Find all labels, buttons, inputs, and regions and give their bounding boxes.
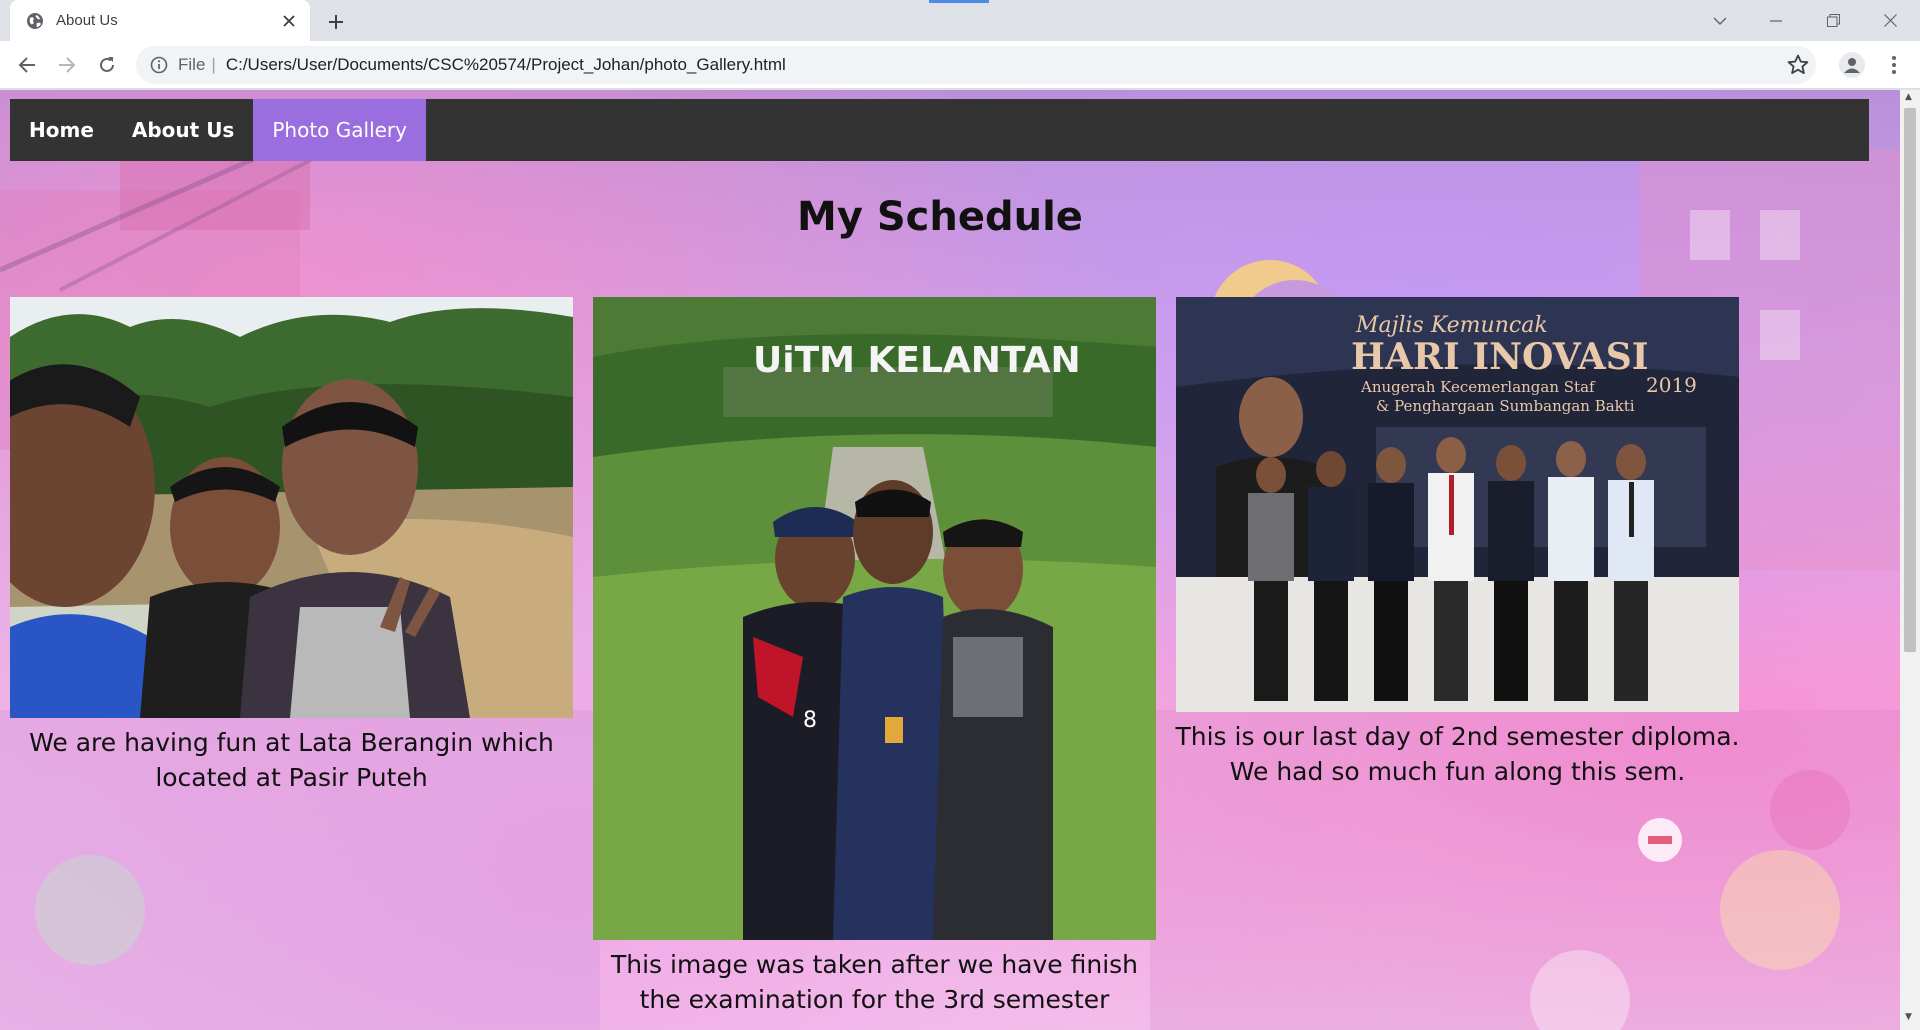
scroll-down-arrow-icon[interactable]: ▼ — [1905, 1012, 1912, 1022]
chevron-down-icon[interactable] — [1692, 0, 1748, 41]
campus-sign-text: UiTM KELANTAN — [753, 340, 1081, 381]
reload-icon[interactable] — [93, 51, 121, 79]
tab-strip: About Us — [0, 0, 1920, 41]
gallery-photo-event: Majlis Kemuncak HARI INOVASI 2019 Anuger… — [1176, 297, 1739, 712]
river-selfie-image — [10, 297, 573, 718]
campus-sign-image: UiTM KELANTAN 8 — [593, 297, 1156, 940]
nav-about-us[interactable]: About Us — [113, 99, 253, 161]
kebab-menu-icon[interactable] — [1880, 51, 1908, 79]
event-group-image: Majlis Kemuncak HARI INOVASI 2019 Anuger… — [1176, 297, 1739, 712]
url-separator: | — [211, 55, 216, 74]
profile-icon[interactable] — [1839, 52, 1865, 78]
browser-tab[interactable]: About Us — [10, 0, 310, 41]
caption-river-line2: located at Pasir Puteh — [155, 763, 428, 792]
close-window-icon[interactable] — [1862, 0, 1918, 41]
info-icon[interactable] — [150, 56, 168, 74]
caption-campus-line1: This image was taken after we have finis… — [610, 950, 1139, 979]
banner-sub2-text: & Penghargaan Sumbangan Bakti — [1376, 397, 1635, 415]
tab-search-indicator — [929, 0, 989, 3]
svg-text:8: 8 — [803, 708, 817, 733]
page-title: My Schedule — [797, 194, 1083, 240]
url-text[interactable]: C:/Users/User/Documents/CSC%20574/Projec… — [226, 55, 786, 75]
nav-photo-gallery[interactable]: Photo Gallery — [253, 99, 426, 161]
url-scheme: File — [178, 55, 206, 74]
caption-event: This is our last day of 2nd semester dip… — [1166, 719, 1749, 789]
vertical-scrollbar[interactable]: ▲ ▼ — [1900, 90, 1920, 1030]
nav-home[interactable]: Home — [10, 99, 113, 161]
star-icon[interactable] — [1786, 53, 1810, 77]
site-navbar: Home About Us Photo Gallery — [10, 99, 1869, 161]
close-icon[interactable] — [280, 12, 298, 30]
page-viewport: Home About Us Photo Gallery My Schedule — [0, 90, 1900, 1030]
scrollbar-thumb[interactable] — [1904, 108, 1916, 652]
restore-icon[interactable] — [1805, 0, 1861, 41]
scroll-up-arrow-icon[interactable]: ▲ — [1905, 92, 1912, 102]
gallery-photo-campus: UiTM KELANTAN 8 — [593, 297, 1156, 940]
caption-event-line1: This is our last day of 2nd semester dip… — [1175, 722, 1740, 751]
banner-year-text: 2019 — [1646, 373, 1697, 397]
caption-campus: This image was taken after we have finis… — [593, 947, 1156, 1017]
caption-river: We are having fun at Lata Berangin which… — [10, 725, 573, 795]
caption-event-line2: We had so much fun along this sem. — [1229, 757, 1686, 786]
banner-title-text: HARI INOVASI — [1351, 336, 1649, 378]
caption-river-line1: We are having fun at Lata Berangin which — [29, 728, 554, 757]
plus-icon[interactable] — [322, 8, 350, 36]
globe-icon — [27, 12, 43, 29]
banner-sub1-text: Anugerah Kecemerlangan Staf — [1360, 378, 1596, 396]
tab-title: About Us — [56, 12, 118, 29]
address-bar[interactable]: File | C:/Users/User/Documents/CSC%20574… — [136, 46, 1816, 84]
back-arrow-icon[interactable] — [13, 51, 41, 79]
minimize-icon[interactable] — [1748, 0, 1804, 41]
gallery-photo-river — [10, 297, 573, 718]
forward-arrow-icon[interactable] — [53, 51, 81, 79]
browser-toolbar: File | C:/Users/User/Documents/CSC%20574… — [0, 41, 1920, 89]
caption-campus-line2: the examination for the 3rd semester — [639, 985, 1110, 1014]
banner-script-text: Majlis Kemuncak — [1355, 313, 1548, 338]
